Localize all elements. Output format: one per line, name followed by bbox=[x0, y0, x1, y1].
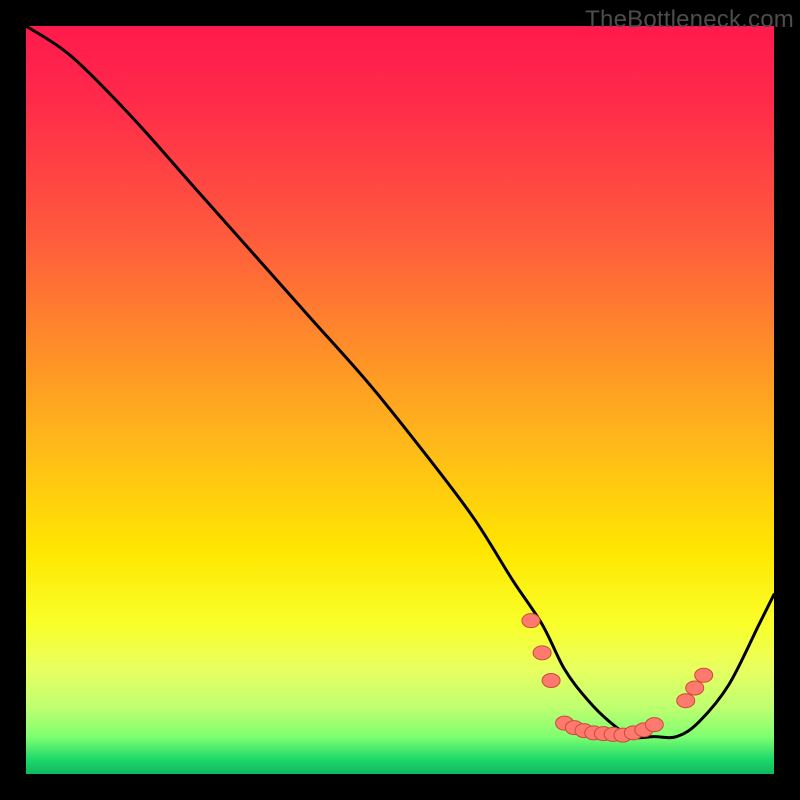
curve-marker bbox=[533, 646, 551, 660]
curve-marker bbox=[645, 718, 663, 732]
bottleneck-curve bbox=[26, 26, 774, 738]
watermark-text: TheBottleneck.com bbox=[585, 6, 794, 34]
curve-layer bbox=[26, 26, 774, 774]
chart-frame: TheBottleneck.com bbox=[0, 0, 800, 800]
curve-marker bbox=[695, 668, 713, 682]
curve-marker bbox=[542, 674, 560, 688]
plot-area bbox=[26, 26, 774, 774]
curve-marker bbox=[677, 694, 695, 708]
curve-markers bbox=[522, 614, 713, 742]
curve-marker bbox=[522, 614, 540, 628]
curve-marker bbox=[686, 681, 704, 695]
